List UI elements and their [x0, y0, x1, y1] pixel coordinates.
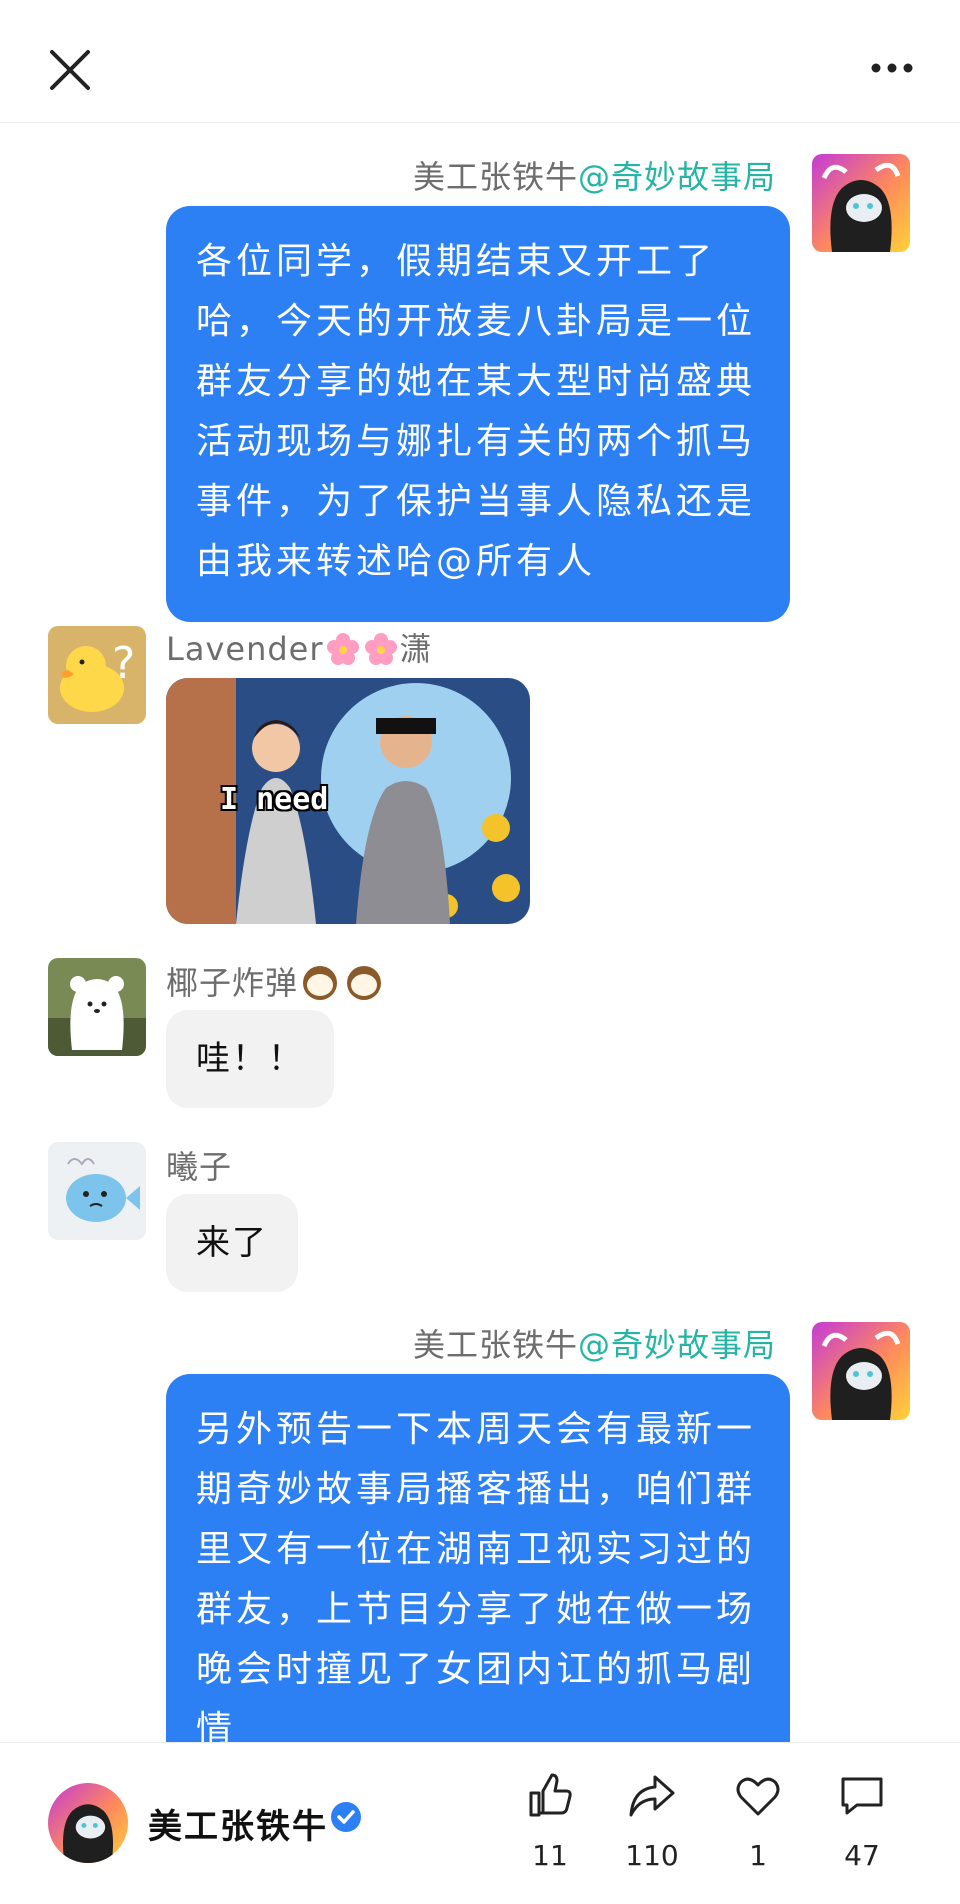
comment-button[interactable]: 47 [812, 1771, 912, 1872]
sender-name: 美工张铁牛@奇妙故事局 [413, 1320, 776, 1366]
more-icon[interactable] [868, 48, 916, 88]
goat-avatar-icon [48, 1783, 128, 1863]
author-avatar[interactable] [48, 1783, 128, 1863]
avatar[interactable] [48, 1142, 146, 1240]
message-line: 各位同学，假期结束又开工了 [196, 241, 717, 282]
favorite-count: 1 [749, 1839, 767, 1872]
top-bar [0, 0, 960, 123]
chat-area: 美工张铁牛@奇妙故事局 各位同学，假期结束又开工了 哈，今天的开放麦八卦局是一位… [0, 122, 960, 1742]
cherry-blossom-icon [326, 633, 359, 665]
group-tag: @奇妙故事局 [577, 1326, 776, 1364]
message-line: 群友，上节目分享了她在做一场 [196, 1589, 757, 1630]
sender-name: Lavender 潇 [166, 624, 433, 670]
message-line: 活动现场与娜扎有关的两个抓马 [196, 421, 757, 462]
message-bubble[interactable]: 哇！！ [166, 1010, 334, 1108]
message-bubble[interactable]: 来了 [166, 1194, 298, 1292]
verified-icon [331, 1802, 361, 1832]
message-line: 期奇妙故事局播客播出，咱们群 [196, 1469, 757, 1510]
sender-name-text: 美工张铁牛 [412, 158, 578, 196]
goat-avatar-icon [812, 1322, 910, 1420]
duck-avatar-icon: ? [48, 626, 146, 724]
share-icon [629, 1775, 675, 1817]
goat-avatar-icon [812, 154, 910, 252]
coconut-icon [347, 966, 382, 1000]
coconut-icon [303, 966, 338, 1000]
like-button[interactable]: 11 [500, 1771, 600, 1872]
sticker-image[interactable]: I need [166, 678, 530, 924]
thumbs-up-icon [529, 1773, 572, 1817]
message-line: 里又有一位在湖南卫视实习过的 [196, 1529, 757, 1570]
message-line: 群友分享的她在某大型时尚盛典 [196, 361, 757, 402]
bottom-bar: 美工张铁牛 11 110 1 47 [0, 1742, 960, 1904]
comment-count: 47 [844, 1839, 880, 1872]
message-text: 来了 [196, 1223, 268, 1263]
sticker-caption: I need [220, 782, 329, 817]
message-line: 另外预告一下本周天会有最新一 [196, 1409, 757, 1450]
message-line: 哈，今天的开放麦八卦局是一位 [196, 301, 757, 342]
avatar[interactable] [48, 958, 146, 1056]
sender-name: 椰子炸弹 [166, 958, 386, 1004]
cherry-blossom-icon [364, 633, 397, 665]
sender-name-text: Lavender [166, 630, 324, 668]
message-line: 由我来转述哈@所有人 [196, 541, 597, 582]
svg-text:?: ? [112, 638, 135, 689]
share-count: 110 [625, 1839, 679, 1872]
message-bubble[interactable]: 各位同学，假期结束又开工了 哈，今天的开放麦八卦局是一位 群友分享的她在某大型时… [166, 206, 790, 622]
favorite-button[interactable]: 1 [708, 1771, 808, 1872]
avatar[interactable] [812, 1322, 910, 1420]
sender-name-suffix: 潇 [399, 630, 433, 668]
comment-icon [841, 1777, 883, 1815]
sender-name: 曦子 [166, 1142, 232, 1188]
sender-name-text: 椰子炸弹 [166, 964, 299, 1002]
message-bubble[interactable]: 另外预告一下本周天会有最新一 期奇妙故事局播客播出，咱们群 里又有一位在湖南卫视… [166, 1374, 790, 1742]
sender-name-text: 美工张铁牛 [412, 1326, 578, 1364]
message-line: 晚会时撞见了女团内讧的抓马剧 [196, 1649, 757, 1690]
group-tag: @奇妙故事局 [577, 158, 776, 196]
white-bear-avatar-icon [48, 958, 146, 1056]
close-icon[interactable] [46, 46, 94, 94]
message-line: 情 [196, 1709, 237, 1742]
author-name[interactable]: 美工张铁牛 [148, 1799, 328, 1848]
pufferfish-avatar-icon [48, 1142, 146, 1240]
avatar[interactable]: ? [48, 626, 146, 724]
message-line: 事件，为了保护当事人隐私还是 [196, 481, 757, 522]
like-count: 11 [532, 1839, 568, 1872]
sender-name-text: 曦子 [166, 1148, 233, 1186]
message-text: 哇！！ [196, 1039, 304, 1079]
heart-icon [736, 1777, 780, 1816]
sender-name: 美工张铁牛@奇妙故事局 [413, 152, 776, 198]
share-button[interactable]: 110 [602, 1771, 702, 1872]
avatar[interactable] [812, 154, 910, 252]
